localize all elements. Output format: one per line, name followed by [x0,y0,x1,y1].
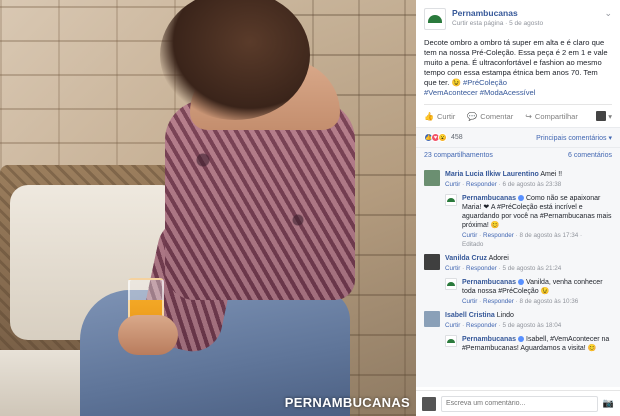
page-name-link[interactable]: Pernambucanas [452,8,543,18]
commenter-avatar[interactable] [424,311,440,327]
comment-reply-link[interactable]: Responder [466,181,497,188]
comment-time[interactable]: 6 de agosto às 23:38 [502,181,561,188]
brand-logo-icon [447,282,455,286]
thumbs-up-icon: 👍 [424,111,434,121]
comment-like-link[interactable]: Curtir [445,322,460,329]
comment: Maria Lucia Ilkiw Laurentino Amei !! Cur… [424,170,612,189]
post-actions: 👍 Curtir 💬 Comentar ↪ Compartilhar ▾ [424,104,612,127]
like-page-link[interactable]: Curtir esta página [452,20,503,27]
verified-badge-icon [518,195,525,202]
comment: Vanilda Cruz Adorei Curtir · Responder ·… [424,254,612,273]
hashtag-link[interactable]: #Pernambucanas [540,213,595,220]
commenter-name[interactable]: Maria Lucia Ilkiw Laurentino [445,171,539,178]
hashtag-link[interactable]: #PréColeção [463,78,507,87]
hashtag-link[interactable]: #VemAcontecer [550,336,599,343]
like-button[interactable]: 👍 Curtir [424,112,455,121]
comment-reply: Pernambucanas Vanilda, venha conhecer to… [445,278,612,306]
post-date[interactable]: 5 de agosto [509,20,543,27]
hashtag-link[interactable]: #PréColeção [498,288,538,295]
comment-reply-link[interactable]: Responder [466,322,497,329]
comment-like-link[interactable]: Curtir [462,298,477,305]
page-avatar[interactable] [445,194,457,206]
comment-reply: Pernambucanas Como não se apaixonar Mari… [445,194,612,249]
comment-reply-link[interactable]: Responder [466,265,497,272]
comment-time[interactable]: 8 de agosto às 17:34 · [519,232,582,239]
page-avatar[interactable] [445,278,457,290]
share-button[interactable]: ↪ Compartilhar [525,112,578,121]
commenter-name[interactable]: Vanilda Cruz [445,255,487,262]
comment-like-link[interactable]: Curtir [445,181,460,188]
post-hashtags[interactable]: #VemAcontecer #ModaAcessível [416,88,620,104]
commenter-avatar[interactable] [424,170,440,186]
chevron-down-icon[interactable]: ⌄ [604,8,612,19]
brand-logo-icon [428,15,442,23]
share-icon: ↪ [525,111,532,121]
user-avatar [596,111,607,121]
comments-list: Maria Lucia Ilkiw Laurentino Amei !! Cur… [416,163,620,387]
verified-badge-icon [518,336,525,343]
shares-count-link[interactable]: 23 compartilhamentos [424,152,493,159]
commenter-name[interactable]: Pernambucanas [462,336,516,343]
comment-sort-dropdown[interactable]: Principais comentários ▾ [536,134,612,142]
comment-time[interactable]: 5 de agosto às 21:24 [502,265,561,272]
comment-reply-link[interactable]: Responder [483,298,514,305]
hashtag-link[interactable]: #Pernambucanas [462,345,517,352]
brand-watermark: PERNAMBUCANAS [284,395,410,410]
comment-composer: 📷 [416,390,620,416]
comment-reply: Pernambucanas Isabell, #VemAcontecer na … [445,335,612,353]
model-blouse [165,100,355,300]
post-photo[interactable]: PERNAMBUCANAS [0,0,416,416]
comments-count-link[interactable]: 6 comentários [568,152,612,159]
actor-selector[interactable]: ▾ [596,111,612,121]
reaction-count[interactable]: 458 [451,134,463,141]
commenter-name[interactable]: Isabell Cristina [445,312,495,319]
brand-logo-icon [447,198,455,202]
camera-icon[interactable]: 📷 [603,398,614,409]
comment-icon: 💬 [467,111,478,121]
reactions-bar: 👍 ♥ 😮 458 Principais comentários ▾ [416,127,620,147]
comment-time[interactable]: 5 de agosto às 18:04 [502,322,561,329]
user-avatar [422,396,436,411]
commenter-name[interactable]: Pernambucanas [462,279,516,286]
page-avatar[interactable] [424,8,446,30]
comment-reply-link[interactable]: Responder [483,232,514,239]
post-meta: Curtir esta página · 5 de agosto [452,20,544,27]
brand-logo-icon [447,339,455,343]
commenter-avatar[interactable] [424,254,440,270]
verified-badge-icon [518,279,525,286]
comment-input[interactable] [441,395,598,412]
post-header: Pernambucanas Curtir esta página · 5 de … [416,0,620,34]
comment-like-link[interactable]: Curtir [462,232,477,239]
comment-like-link[interactable]: Curtir [445,265,460,272]
comment-button[interactable]: 💬 Comentar [467,112,513,121]
comment: Isabell Cristina Lindo Curtir · Responde… [424,311,612,330]
share-stats: 23 compartilhamentos 6 comentários [416,147,620,163]
post-sidebar: Pernambucanas Curtir esta página · 5 de … [416,0,620,416]
edited-label[interactable]: Editado [462,241,483,248]
page-avatar[interactable] [445,335,457,347]
chevron-down-icon: ▾ [608,111,612,121]
wow-reaction-icon[interactable]: 😮 [438,133,447,142]
post-text: Decote ombro a ombro tá super em alta e … [424,38,608,87]
model-hand [118,315,178,355]
commenter-name[interactable]: Pernambucanas [462,195,516,202]
comment-time[interactable]: 8 de agosto às 10:36 [519,298,578,305]
hashtag-link[interactable]: #PréColeção [497,204,537,211]
